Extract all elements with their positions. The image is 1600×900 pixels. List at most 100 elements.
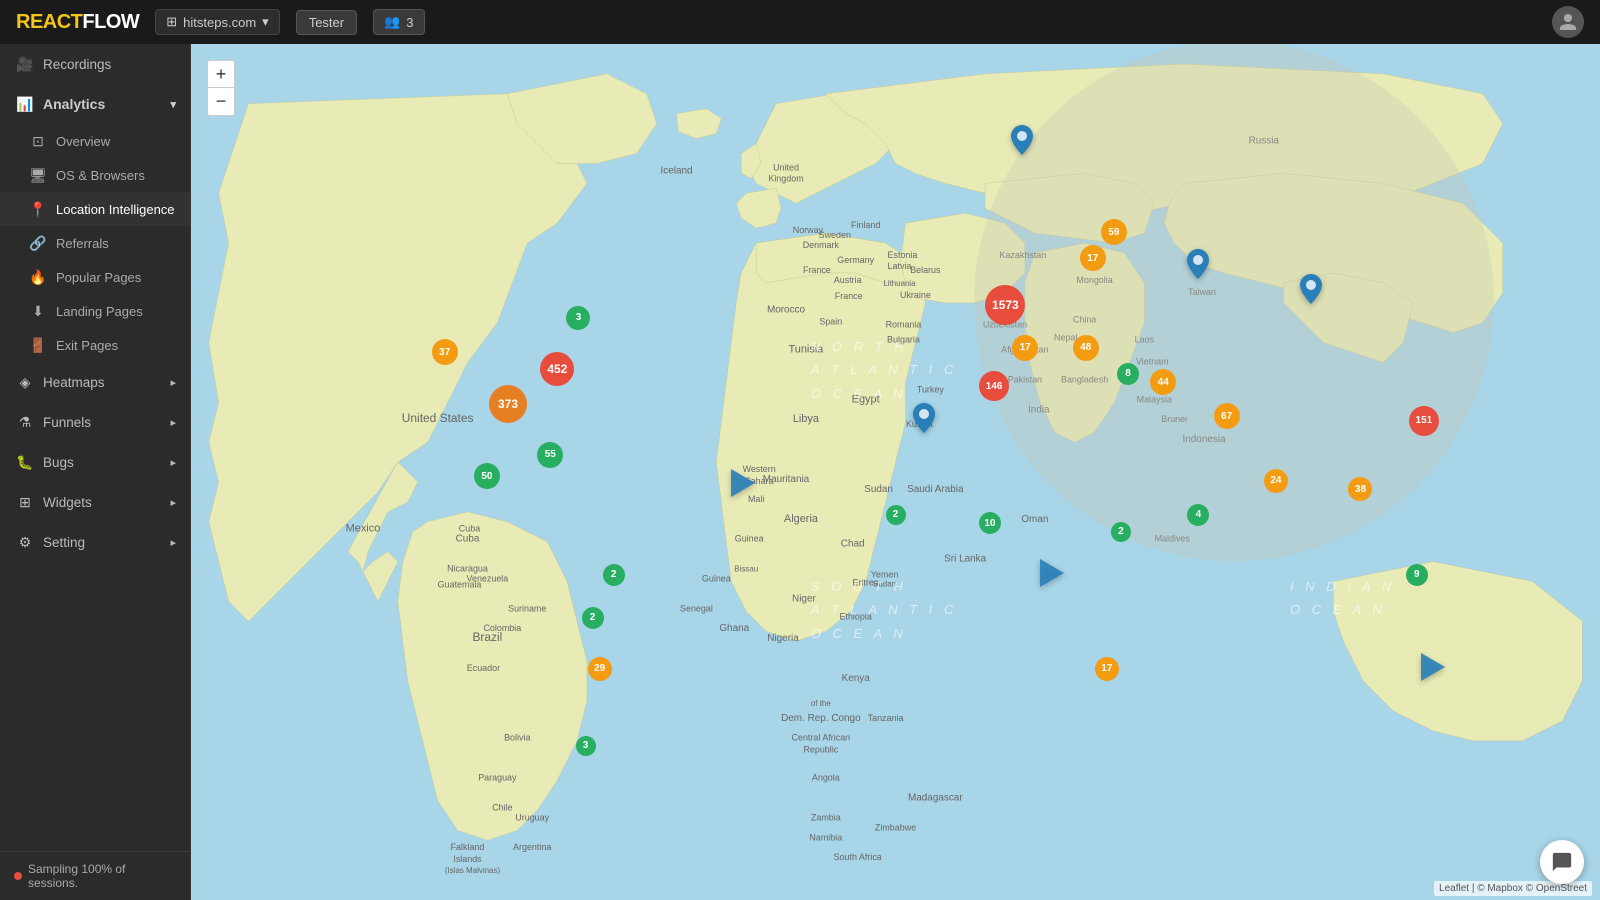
svg-text:Sri Lanka: Sri Lanka — [944, 554, 986, 565]
site-dropdown-icon: ▾ — [262, 14, 269, 30]
svg-text:Nigeria: Nigeria — [767, 633, 799, 644]
sidebar-item-setting[interactable]: ⚙ Setting ▸ — [0, 522, 190, 562]
user-badge[interactable]: Tester — [296, 10, 357, 35]
sidebar: 🎥 Recordings 📊 Analytics ▾ ⊡ Overview 🖥 … — [0, 44, 191, 900]
sidebar-item-location[interactable]: 📍 Location Intelligence — [0, 192, 190, 226]
sidebar-item-referrals[interactable]: 🔗 Referrals — [0, 226, 190, 260]
sidebar-item-heatmaps[interactable]: ◈ Heatmaps ▸ — [0, 362, 190, 402]
logo-react: REACT — [16, 11, 82, 33]
sidebar-item-bugs[interactable]: 🐛 Bugs ▸ — [0, 442, 190, 482]
topbar: REACTFLOW ⊞ hitsteps.com ▾ Tester 👥 3 — [0, 0, 1600, 44]
svg-text:Chile: Chile — [492, 802, 512, 812]
svg-text:Iceland: Iceland — [660, 165, 692, 176]
map-marker-circle[interactable]: 17 — [1012, 335, 1038, 361]
map-marker-play[interactable] — [1036, 559, 1064, 592]
map-marker-circle[interactable]: 67 — [1214, 403, 1240, 429]
map-attribution: Leaflet | © Mapbox © OpenStreet — [1434, 881, 1592, 896]
svg-text:Central African: Central African — [792, 733, 851, 743]
map-marker-circle[interactable]: 44 — [1150, 369, 1176, 395]
widgets-chevron: ▸ — [170, 496, 176, 509]
svg-text:Egypt: Egypt — [852, 393, 880, 405]
sidebar-item-exit-pages[interactable]: 🚪 Exit Pages — [0, 328, 190, 362]
sidebar-item-analytics[interactable]: 📊 Analytics ▾ — [0, 84, 190, 124]
map-marker-circle[interactable]: 4 — [1187, 504, 1209, 526]
map-marker-circle[interactable]: 9 — [1406, 564, 1428, 586]
svg-text:Indonesia: Indonesia — [1183, 434, 1227, 445]
map-marker-circle[interactable]: 146 — [979, 371, 1009, 401]
map-marker-circle[interactable]: 59 — [1101, 219, 1127, 245]
svg-text:Germany: Germany — [837, 255, 874, 265]
svg-text:Falkland: Falkland — [451, 842, 485, 852]
svg-text:Maldives: Maldives — [1155, 534, 1191, 544]
map-marker-circle[interactable]: 17 — [1095, 657, 1119, 681]
svg-text:Dem. Rep. Congo: Dem. Rep. Congo — [781, 713, 861, 724]
svg-text:(Islas Malvinas): (Islas Malvinas) — [445, 866, 501, 875]
map-marker-circle[interactable]: 151 — [1409, 406, 1439, 436]
chat-widget[interactable] — [1540, 840, 1584, 884]
site-selector[interactable]: ⊞ hitsteps.com ▾ — [155, 9, 279, 35]
map-marker-circle[interactable]: 48 — [1073, 335, 1099, 361]
map-marker-play[interactable] — [1417, 653, 1445, 686]
referrals-label: Referrals — [56, 236, 109, 251]
landing-icon: ⬇ — [30, 303, 46, 319]
map-marker-circle[interactable]: 3 — [576, 736, 596, 756]
sidebar-item-popular-pages[interactable]: 🔥 Popular Pages — [0, 260, 190, 294]
svg-text:Bolivia: Bolivia — [504, 733, 530, 743]
svg-text:Belarus: Belarus — [910, 265, 941, 275]
map-marker-circle[interactable]: 2 — [582, 607, 604, 629]
recordings-label: Recordings — [43, 57, 111, 72]
map-marker-circle[interactable]: 24 — [1264, 469, 1288, 493]
map-marker-circle[interactable]: 1573 — [985, 285, 1025, 325]
svg-text:Yemen: Yemen — [871, 570, 899, 580]
svg-text:China: China — [1073, 315, 1096, 325]
setting-chevron: ▸ — [170, 536, 176, 549]
svg-text:Taiwan: Taiwan — [1188, 287, 1216, 297]
map-marker-circle[interactable]: 2 — [1111, 522, 1131, 542]
map-container[interactable]: United States Brazil Mexico Cuba Algeria… — [191, 44, 1600, 900]
map-marker-circle[interactable]: 3 — [566, 306, 590, 330]
sidebar-item-os-browsers[interactable]: 🖥 OS & Browsers — [0, 158, 190, 192]
map-marker-circle[interactable]: 10 — [979, 512, 1001, 534]
svg-text:Morocco: Morocco — [767, 305, 806, 316]
map-marker-pin[interactable] — [1300, 274, 1322, 309]
svg-text:Angola: Angola — [812, 773, 840, 783]
svg-text:Cuba: Cuba — [459, 524, 480, 534]
svg-text:Sudan: Sudan — [864, 484, 893, 495]
svg-text:Ghana: Ghana — [719, 623, 749, 634]
map-marker-circle[interactable]: 452 — [540, 352, 574, 386]
svg-text:Guinea: Guinea — [702, 573, 731, 583]
map-marker-circle[interactable]: 373 — [489, 385, 527, 423]
sidebar-item-landing-pages[interactable]: ⬇ Landing Pages — [0, 294, 190, 328]
map-marker-circle[interactable]: 2 — [886, 505, 906, 525]
sidebar-footer: Sampling 100% of sessions. — [0, 851, 190, 900]
popular-icon: 🔥 — [30, 269, 46, 285]
map-marker-circle[interactable]: 2 — [603, 564, 625, 586]
referrals-icon: 🔗 — [30, 235, 46, 251]
sidebar-item-recordings[interactable]: 🎥 Recordings — [0, 44, 190, 84]
svg-text:Bangladesh: Bangladesh — [1061, 374, 1108, 384]
map-marker-pin[interactable] — [1011, 125, 1033, 160]
zoom-out-button[interactable]: − — [207, 88, 235, 116]
map-marker-circle[interactable]: 38 — [1348, 477, 1372, 501]
analytics-label: Analytics — [43, 96, 105, 112]
team-badge[interactable]: 👥 3 — [373, 9, 424, 35]
map-marker-pin[interactable] — [913, 403, 935, 438]
map-marker-pin[interactable] — [1187, 249, 1209, 284]
svg-text:Suriname: Suriname — [508, 603, 546, 613]
map-marker-circle[interactable]: 29 — [588, 657, 612, 681]
sidebar-item-funnels[interactable]: ⚗ Funnels ▸ — [0, 402, 190, 442]
map-marker-circle[interactable]: 8 — [1117, 363, 1139, 385]
map-marker-circle[interactable]: 17 — [1080, 245, 1106, 271]
svg-text:Namibia: Namibia — [809, 832, 842, 842]
map-marker-circle[interactable]: 55 — [537, 442, 563, 468]
sidebar-item-overview[interactable]: ⊡ Overview — [0, 124, 190, 158]
sidebar-item-widgets[interactable]: ⊞ Widgets ▸ — [0, 482, 190, 522]
map-marker-circle[interactable]: 37 — [432, 339, 458, 365]
svg-text:Chad: Chad — [841, 539, 865, 550]
setting-icon: ⚙ — [17, 534, 33, 550]
avatar[interactable] — [1552, 6, 1584, 38]
map-marker-circle[interactable]: 50 — [474, 463, 500, 489]
zoom-in-button[interactable]: + — [207, 60, 235, 88]
bugs-icon: 🐛 — [17, 454, 33, 470]
map-marker-play[interactable] — [727, 469, 755, 502]
